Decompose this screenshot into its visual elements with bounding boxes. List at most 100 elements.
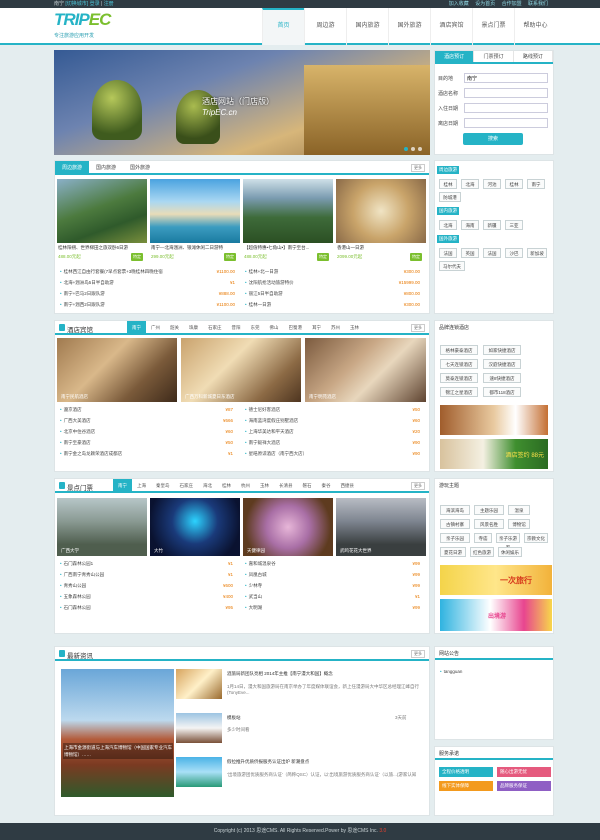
checkout-input[interactable] xyxy=(464,118,548,128)
city-tab[interactable]: 广州 xyxy=(146,321,165,335)
tab-route-booking[interactable]: 路线预订 xyxy=(514,51,553,62)
brand-chip[interactable]: 速8快捷酒店 xyxy=(483,373,521,383)
scenic-list-item[interactable]: 嘉和城温泉谷 xyxy=(245,561,276,567)
city-tab[interactable]: 秦皇岛 xyxy=(151,479,175,493)
city-tab[interactable]: 苏州 xyxy=(326,321,345,335)
tab-abroad[interactable]: 国外旅游 xyxy=(123,161,157,173)
scenic-list-item[interactable]: 广西南宁青秀山公园 xyxy=(60,572,105,578)
nav-nearby[interactable]: 周边游 xyxy=(304,8,346,45)
destination-chip[interactable]: 三亚 xyxy=(505,220,523,230)
service-badge[interactable]: 品牌服务保证 xyxy=(497,781,551,791)
contact-link[interactable]: 联系我们 xyxy=(528,1,548,7)
destination-chip[interactable]: 桂林 xyxy=(439,179,457,189)
news-item-title[interactable]: 假拉推升优质侨报服务认证出炉 新潮盘点 xyxy=(227,759,417,765)
more-link[interactable]: 更多 xyxy=(411,650,425,658)
hotel-list-item[interactable]: 上海华美达和平天酒店 xyxy=(245,429,294,435)
brand-chip[interactable]: 格林豪泰酒店 xyxy=(440,345,478,355)
city-tab[interactable]: 上海 xyxy=(132,479,151,493)
tour-title[interactable]: 南宁—北海涠洲、银滩休闲二日游特 xyxy=(151,245,239,251)
destination-chip[interactable]: 法国 xyxy=(483,248,501,258)
city-tab[interactable]: 西捷县 xyxy=(336,479,360,493)
city-tab[interactable]: 南宁 xyxy=(127,321,146,335)
login-link[interactable]: 登录 xyxy=(90,1,100,7)
theme-chip[interactable]: 海滨海岛 xyxy=(440,505,470,515)
hotel-ad-banner[interactable] xyxy=(440,405,548,435)
nav-home[interactable]: 首页 xyxy=(262,8,304,45)
scenic-photo[interactable] xyxy=(150,498,240,556)
news-main-photo[interactable] xyxy=(61,669,174,797)
logo[interactable]: TRIPEC xyxy=(54,10,111,30)
theme-chip[interactable]: 寺庙 xyxy=(474,533,492,543)
favorite-link[interactable]: 加入收藏 xyxy=(449,1,469,7)
hotel-list-item[interactable]: 南宁毅祥大酒店 xyxy=(245,440,281,446)
hotel-photo[interactable] xyxy=(305,338,426,402)
hotel-photo[interactable] xyxy=(181,338,301,402)
more-link[interactable]: 更多 xyxy=(411,324,425,332)
news-item-title[interactable]: 酒旅局新团队亮相 2014年主推【南宁漫大和国】概念 xyxy=(227,671,417,677)
brand-chip[interactable]: 莫泰连锁酒店 xyxy=(440,373,478,383)
destination-chip[interactable]: 海南 xyxy=(461,220,479,230)
news-thumb[interactable] xyxy=(176,757,222,787)
nav-domestic[interactable]: 国内旅游 xyxy=(346,8,388,45)
slider-dot[interactable] xyxy=(404,147,408,151)
city-tab[interactable]: 耳宁 xyxy=(307,321,326,335)
theme-chip[interactable]: 休闲娱乐 xyxy=(498,547,522,557)
slider-dot[interactable] xyxy=(411,147,415,151)
destination-chip[interactable]: 新加坡 xyxy=(527,248,547,258)
theme-chip[interactable]: 主题乐园 xyxy=(474,505,504,515)
scenic-list-item[interactable]: 青秀山公园 xyxy=(60,583,87,589)
theme-chip[interactable]: 宗教文化 xyxy=(524,533,548,543)
city-tab[interactable]: 佛山 xyxy=(265,321,284,335)
city-tab[interactable]: 昔阳 xyxy=(227,321,246,335)
destination-chip[interactable]: 沙巴 xyxy=(505,248,523,258)
destination-chip[interactable]: 防城港 xyxy=(439,192,461,202)
city-tab[interactable]: 石家庄 xyxy=(203,321,227,335)
city-tab[interactable]: 东莞 xyxy=(246,321,265,335)
tour-title[interactable]: 香港山一日游 xyxy=(337,245,425,251)
city-tab[interactable]: 磐石 xyxy=(298,479,317,493)
brand-chip[interactable]: 如家快捷酒店 xyxy=(483,345,521,355)
city-tab[interactable]: 南宁 xyxy=(113,479,132,493)
service-badge[interactable]: 线下实体保障 xyxy=(439,781,493,791)
homepage-link[interactable]: 设为首页 xyxy=(475,1,495,7)
destination-chip[interactable]: 马尔代夫 xyxy=(439,261,465,271)
hotel-name-input[interactable] xyxy=(464,88,548,98)
news-thumb[interactable] xyxy=(176,713,222,743)
nav-help[interactable]: 帮助中心 xyxy=(514,8,556,45)
checkin-input[interactable] xyxy=(464,103,548,113)
city-tab[interactable]: 杭州 xyxy=(236,479,255,493)
scenic-list-item[interactable]: 石门森林公园 xyxy=(60,605,91,611)
tab-ticket-booking[interactable]: 门票预订 xyxy=(474,51,514,62)
more-link[interactable]: 更多 xyxy=(411,164,425,172)
theme-chip[interactable]: 亲子乐园 xyxy=(440,533,470,543)
destination-chip[interactable]: 法国 xyxy=(439,248,457,258)
hotel-list-item[interactable]: 德士尼好客酒店 xyxy=(245,407,281,413)
theme-chip[interactable]: 夏花日游 xyxy=(440,547,466,557)
city-tab[interactable]: 石家庄 xyxy=(175,479,199,493)
travel-ad-banner[interactable]: 出境游 xyxy=(440,599,552,631)
service-badge[interactable]: 随心出游无忧 xyxy=(497,767,551,777)
city-tab[interactable]: 海北 xyxy=(198,479,217,493)
scenic-list-item[interactable]: 少林寺 xyxy=(245,583,263,589)
tab-hotel-booking[interactable]: 酒店预订 xyxy=(435,51,475,62)
banner-slider[interactable]: 酒店网站（门店版） TripEC.cn xyxy=(54,50,430,155)
city-tab[interactable]: 玉林 xyxy=(345,321,364,335)
tour-photo[interactable] xyxy=(57,179,147,243)
tour-list-item[interactable]: 北海+涠洲岛5日半自助游 xyxy=(60,280,114,286)
travel-ad-banner[interactable]: 一次旅行 xyxy=(440,565,552,595)
brand-chip[interactable]: 汉庭快捷酒店 xyxy=(483,359,521,369)
theme-chip[interactable]: 温泉 xyxy=(508,505,530,515)
tour-title[interactable]: 桂林阳朔、世界梯田之旅双卧6日游 xyxy=(58,245,146,251)
hotel-list-item[interactable]: 北京中住谷酒店 xyxy=(60,429,96,435)
hotel-list-item[interactable]: 海南蓝湾度假庄别墅酒店 xyxy=(245,418,299,424)
tour-list-item[interactable]: 南宁+巴马2日跟队游 xyxy=(60,291,105,297)
tab-domestic[interactable]: 国内旅游 xyxy=(89,161,123,173)
tab-nearby[interactable]: 周边旅游 xyxy=(55,161,90,173)
news-item-title[interactable]: 模板站 xyxy=(227,715,417,721)
destination-chip[interactable]: 英国 xyxy=(461,248,479,258)
tour-list-item[interactable]: 丽江5日半自助游 xyxy=(245,291,283,297)
city-tab[interactable]: 桂林 xyxy=(217,479,236,493)
tour-photo[interactable] xyxy=(336,179,426,243)
nav-hotels[interactable]: 酒店宾馆 xyxy=(430,8,472,45)
hotel-list-item[interactable]: 南宁金之岛龙颖荣酒店成都店 xyxy=(60,451,123,457)
